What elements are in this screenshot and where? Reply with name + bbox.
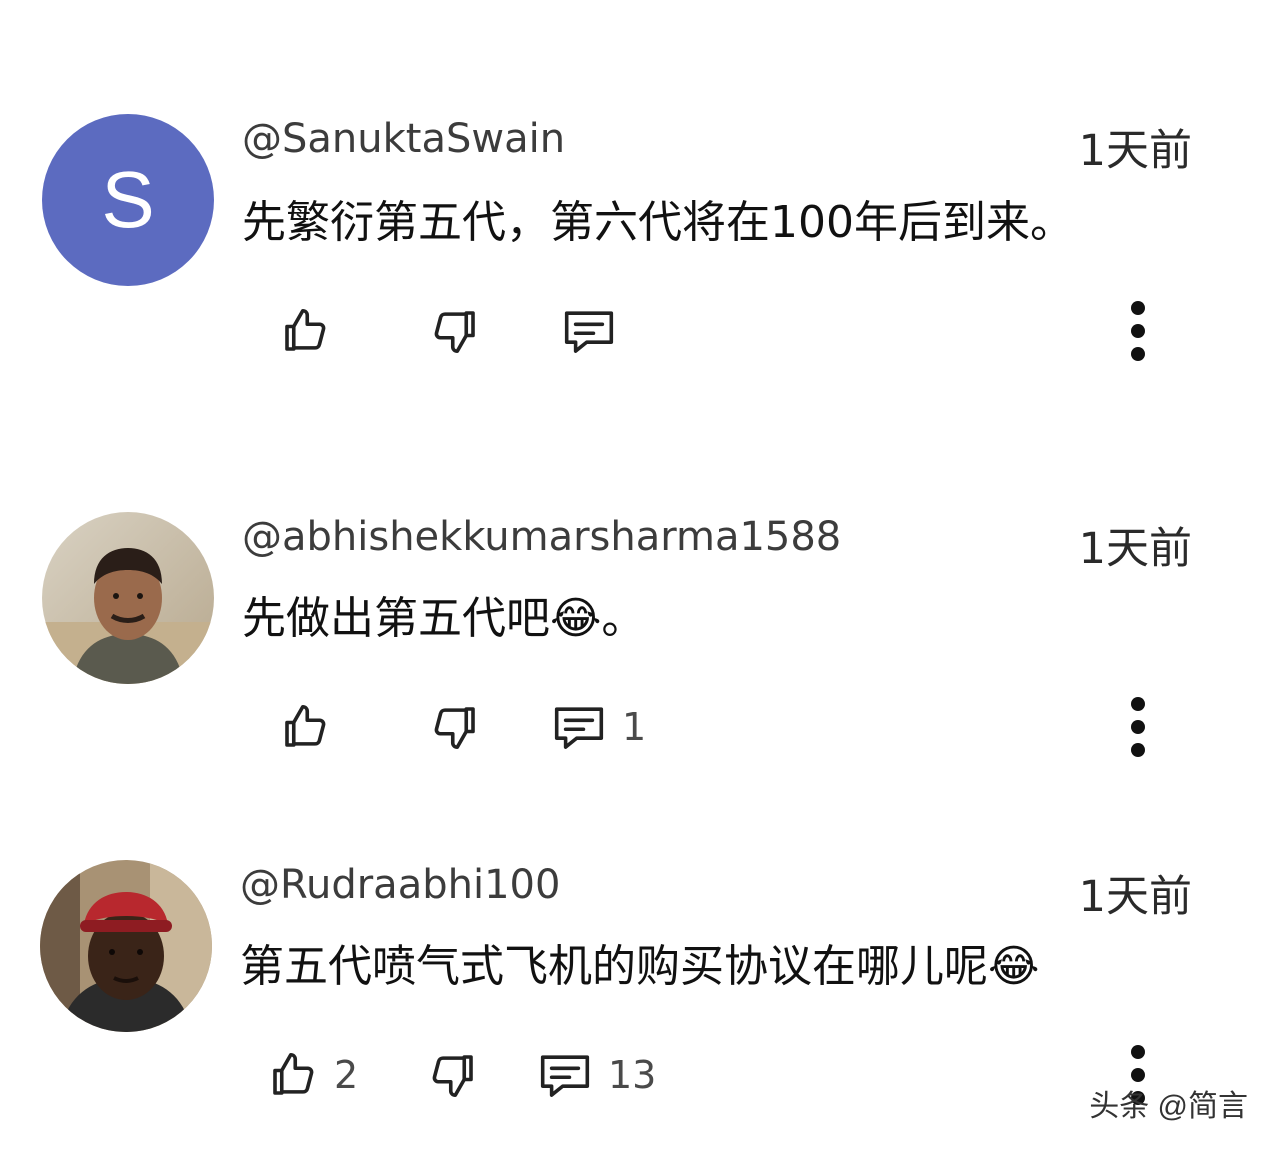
reply-count: 1 xyxy=(622,705,647,749)
comment-author[interactable]: @Rudraabhi100 xyxy=(240,862,560,908)
reply-count: 13 xyxy=(608,1053,657,1097)
comment-actions: 2 13 xyxy=(0,1040,1280,1110)
avatar[interactable]: S xyxy=(42,114,214,286)
watermark: 头条 @简言 xyxy=(1089,1090,1248,1123)
avatar[interactable] xyxy=(42,512,214,684)
avatar[interactable] xyxy=(40,860,212,1032)
comment-icon xyxy=(564,311,614,353)
comment-icon xyxy=(540,1055,590,1097)
comment-time: 1天前 xyxy=(1078,524,1192,574)
like-button[interactable] xyxy=(278,692,346,762)
like-button[interactable] xyxy=(278,296,346,366)
dislike-button[interactable] xyxy=(426,1040,480,1110)
comment-time: 1天前 xyxy=(1078,872,1192,922)
comment-time: 1天前 xyxy=(1078,126,1192,176)
like-count: 2 xyxy=(334,1053,359,1097)
more-vertical-icon xyxy=(1131,697,1145,757)
comment-text: 第五代喷气式飞机的购买协议在哪儿呢😂 xyxy=(240,941,1040,992)
avatar-letter: S xyxy=(101,155,155,244)
more-options-button[interactable] xyxy=(1116,296,1160,366)
comment-actions xyxy=(0,296,1280,366)
reply-button[interactable]: 1 xyxy=(550,692,646,762)
thumbs-down-icon xyxy=(432,1055,473,1098)
dislike-button[interactable] xyxy=(428,296,482,366)
thumbs-up-icon xyxy=(285,704,326,747)
comment-text: 先做出第五代吧😂。 xyxy=(242,593,646,644)
avatar-photo xyxy=(40,860,212,1032)
more-options-button[interactable] xyxy=(1116,692,1160,762)
avatar-photo xyxy=(42,512,214,684)
thumbs-down-icon xyxy=(434,707,475,750)
comment-text: 先繁衍第五代，第六代将在100年后到来。 xyxy=(242,197,1074,248)
like-button[interactable]: 2 xyxy=(266,1040,358,1110)
thumbs-up-icon xyxy=(273,1052,314,1095)
thumbs-down-icon xyxy=(434,311,475,354)
reply-button[interactable] xyxy=(560,296,632,366)
comment-actions: 1 xyxy=(0,692,1280,762)
comment-icon xyxy=(554,707,604,749)
comment-author[interactable]: @abhishekkumarsharma1588 xyxy=(242,514,841,560)
dislike-button[interactable] xyxy=(428,692,482,762)
comment-author[interactable]: @SanuktaSwain xyxy=(242,116,565,162)
more-vertical-icon xyxy=(1131,301,1145,361)
thumbs-up-icon xyxy=(285,308,326,351)
reply-button[interactable]: 13 xyxy=(536,1040,656,1110)
